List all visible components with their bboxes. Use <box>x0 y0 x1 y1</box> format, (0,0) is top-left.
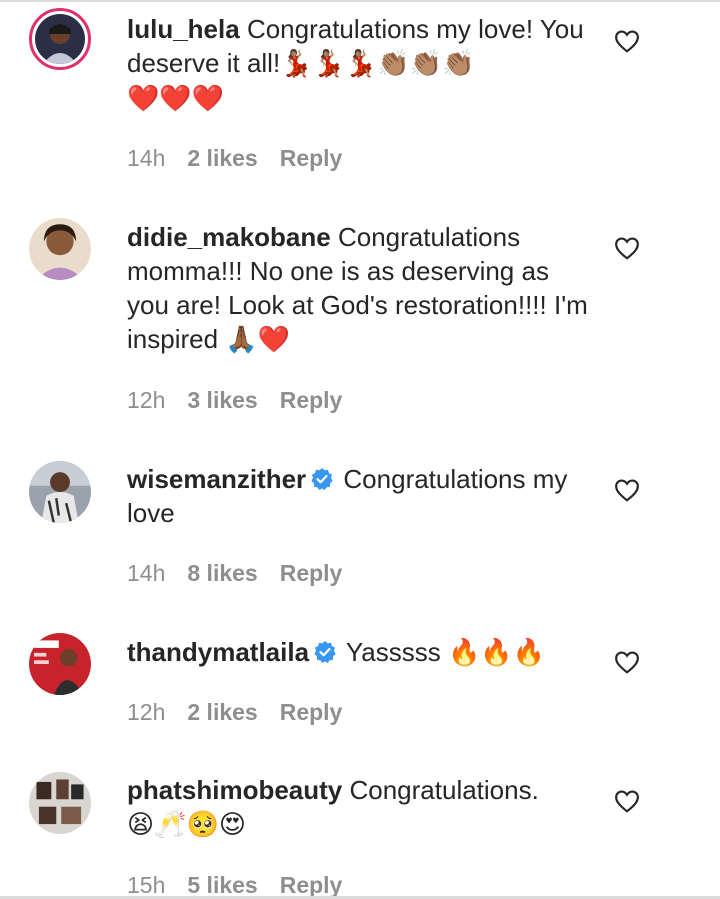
comment-likes[interactable]: 5 likes <box>187 872 257 898</box>
comment-username[interactable]: wisemanzither <box>127 464 306 494</box>
heart-outline-icon[interactable] <box>614 29 640 53</box>
comment-time: 14h <box>127 560 166 586</box>
comment-meta: 14h 2 likes Reply <box>127 145 364 172</box>
comment-emojis: 💃🏽💃🏽💃🏽👏🏽👏🏽👏🏽 <box>280 49 475 79</box>
avatar[interactable] <box>29 772 91 834</box>
comment-time: 14h <box>127 145 166 171</box>
comment-meta: 14h 8 likes Reply <box>127 560 364 587</box>
heart-outline-icon[interactable] <box>614 478 640 502</box>
verified-badge-icon <box>314 641 336 663</box>
comment-body: Yasssss <box>345 637 441 667</box>
comment-text: wisemanzither Congratulations my love <box>127 462 597 530</box>
comment-username[interactable]: lulu_hela <box>127 14 240 44</box>
comment-username[interactable]: phatshimobeauty <box>127 775 342 805</box>
comment-time: 12h <box>127 387 166 413</box>
comment-text: didie_makobane Congratulations momma!!! … <box>127 220 597 357</box>
reply-button[interactable]: Reply <box>280 560 343 586</box>
comment-emojis: 🔥🔥🔥 <box>447 638 546 668</box>
reply-button[interactable]: Reply <box>280 145 343 171</box>
comment-text: phatshimobeauty Congratulations. 😫🥂🥺😍 <box>127 773 597 842</box>
heart-outline-icon[interactable] <box>614 789 640 813</box>
avatar[interactable] <box>29 461 91 523</box>
heart-outline-icon[interactable] <box>614 650 640 674</box>
comment-time: 12h <box>127 699 166 725</box>
comment-meta: 12h 3 likes Reply <box>127 387 364 414</box>
comment-text: thandymatlaila Yasssss 🔥🔥🔥 <box>127 635 597 670</box>
comment-meta: 12h 2 likes Reply <box>127 699 364 726</box>
verified-badge-icon <box>311 468 333 490</box>
comment-emojis: 🙏🏾❤️ <box>225 325 291 355</box>
avatar[interactable] <box>29 633 91 695</box>
comment-username[interactable]: thandymatlaila <box>127 637 309 667</box>
comment-likes[interactable]: 2 likes <box>187 145 257 171</box>
comment-text: lulu_hela Congratulations my love! You d… <box>127 12 597 116</box>
comment-time: 15h <box>127 872 166 898</box>
heart-outline-icon[interactable] <box>614 236 640 260</box>
avatar[interactable] <box>29 218 91 280</box>
comment-emojis-line2: ❤️❤️❤️ <box>127 84 225 114</box>
comment-likes[interactable]: 2 likes <box>187 699 257 725</box>
top-divider <box>0 0 720 2</box>
comment-likes[interactable]: 8 likes <box>187 560 257 586</box>
reply-button[interactable]: Reply <box>280 872 343 898</box>
comment-meta: 15h 5 likes Reply <box>127 872 364 899</box>
comment-likes[interactable]: 3 likes <box>187 387 257 413</box>
comment-username[interactable]: didie_makobane <box>127 222 331 252</box>
comment-emojis: 😫🥂🥺😍 <box>127 810 246 840</box>
reply-button[interactable]: Reply <box>280 387 343 413</box>
reply-button[interactable]: Reply <box>280 699 343 725</box>
comment-body: Congratulations. <box>349 775 539 805</box>
avatar[interactable] <box>29 8 91 70</box>
